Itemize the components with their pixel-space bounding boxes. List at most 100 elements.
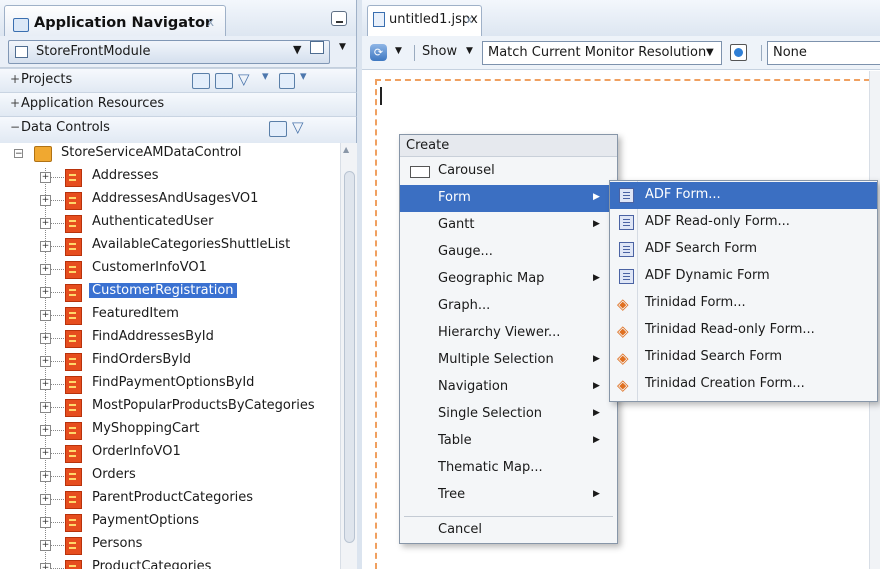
menu-item-label: Tree: [438, 487, 466, 502]
submenu-item-label: Trinidad Search Form: [645, 349, 782, 364]
menu-item[interactable]: Thematic Map...: [400, 455, 617, 482]
search-icon[interactable]: [192, 73, 210, 89]
tree-item-label: FindOrdersById: [92, 352, 192, 367]
chevron-down-icon[interactable]: ▼: [293, 43, 301, 56]
data-control-icon: [34, 146, 52, 162]
minimize-icon[interactable]: [331, 11, 347, 26]
refresh-icon[interactable]: [269, 121, 287, 137]
section-projects[interactable]: + Projects ▽ ▾ ▾: [0, 68, 357, 92]
resolution-select[interactable]: Match Current Monitor Resolution ▼: [482, 41, 722, 65]
collapse-icon[interactable]: −: [14, 149, 23, 159]
section-application-resources[interactable]: + Application Resources: [0, 92, 357, 116]
tree-item[interactable]: + OrderInfoVO1: [0, 442, 340, 465]
menu-item[interactable]: Hierarchy Viewer...: [400, 320, 617, 347]
tree-item[interactable]: + FindPaymentOptionsById: [0, 373, 340, 396]
tree-item[interactable]: + AvailableCategoriesShuttleList: [0, 235, 340, 258]
tree-item[interactable]: + Persons: [0, 534, 340, 557]
adf-form-icon: [619, 269, 634, 284]
chevron-down-icon[interactable]: ▾: [300, 69, 307, 84]
module-selector-row: StoreFrontModule ▼ ▼: [0, 36, 357, 68]
expand-icon[interactable]: +: [10, 72, 20, 86]
scroll-up-icon[interactable]: ▲: [343, 145, 349, 154]
scrollbar-thumb[interactable]: [344, 171, 355, 543]
submenu-item[interactable]: ADF Read-only Form...: [610, 209, 877, 236]
tree-item[interactable]: + FeaturedItem: [0, 304, 340, 327]
refresh-icon[interactable]: [215, 73, 233, 89]
submenu-item[interactable]: ◈ Trinidad Creation Form...: [610, 371, 877, 398]
tree-connector: [50, 545, 64, 546]
collection-icon: [65, 215, 82, 233]
editor-tab[interactable]: untitled1.jspx x: [367, 5, 482, 36]
menu-item[interactable]: Tree ▶: [400, 482, 617, 509]
close-icon[interactable]: x: [466, 13, 473, 26]
section-data-controls[interactable]: − Data Controls ▽: [0, 116, 357, 143]
tree-item[interactable]: + FindOrdersById: [0, 350, 340, 373]
tree-item[interactable]: + MostPopularProductsByCategories: [0, 396, 340, 419]
submenu-item[interactable]: ◈ Trinidad Read-only Form...: [610, 317, 877, 344]
tree-item[interactable]: + CustomerRegistration: [0, 281, 340, 304]
menu-item[interactable]: Multiple Selection ▶: [400, 347, 617, 374]
submenu-item[interactable]: ADF Dynamic Form: [610, 263, 877, 290]
tree-item[interactable]: + AuthenticatedUser: [0, 212, 340, 235]
tree-item[interactable]: + Addresses: [0, 166, 340, 189]
tree-item[interactable]: + ParentProductCategories: [0, 488, 340, 511]
menu-item[interactable]: Gauge...: [400, 239, 617, 266]
chevron-down-icon[interactable]: ▼: [706, 47, 714, 58]
collapse-icon[interactable]: −: [10, 120, 20, 134]
navigator-tab[interactable]: Application Navigator x: [4, 5, 226, 36]
collection-icon: [65, 353, 82, 371]
submenu-item[interactable]: ◈ Trinidad Form...: [610, 290, 877, 317]
expand-icon[interactable]: +: [10, 96, 20, 110]
menu-item[interactable]: Navigation ▶: [400, 374, 617, 401]
form-submenu: ADF Form... ADF Read-only Form... ADF Sear…: [609, 180, 878, 402]
tree-item[interactable]: + CustomerInfoVO1: [0, 258, 340, 281]
module-select[interactable]: StoreFrontModule ▼: [8, 40, 330, 64]
tree-connector: [50, 476, 64, 477]
tree-item[interactable]: + Orders: [0, 465, 340, 488]
menu-item-label: Navigation: [438, 379, 509, 394]
menu-item[interactable]: Carousel: [400, 158, 617, 185]
tree-connector: [50, 384, 64, 385]
show-menu-button[interactable]: Show: [422, 44, 457, 59]
menu-item[interactable]: Gantt ▶: [400, 212, 617, 239]
tree-item-label: Orders: [92, 467, 136, 482]
tree-item[interactable]: + MyShoppingCart: [0, 419, 340, 442]
menu-item[interactable]: Single Selection ▶: [400, 401, 617, 428]
close-icon[interactable]: x: [207, 15, 214, 29]
tree-root[interactable]: − StoreServiceAMDataControl: [0, 143, 340, 166]
submenu-item[interactable]: ADF Form...: [610, 182, 877, 209]
menu-item[interactable]: Graph...: [400, 293, 617, 320]
chevron-down-icon[interactable]: ▼: [395, 46, 402, 56]
refresh-icon[interactable]: ⟳: [370, 44, 387, 61]
tree-item-label: FindAddressesById: [92, 329, 214, 344]
tree-item[interactable]: + PaymentOptions: [0, 511, 340, 534]
chevron-down-icon[interactable]: ▾: [262, 69, 269, 84]
section-data-controls-label: Data Controls: [21, 120, 110, 135]
filter-icon[interactable]: ▽: [292, 118, 304, 136]
tree-scrollbar[interactable]: ▲: [340, 143, 357, 569]
tree-connector: [50, 338, 64, 339]
globe-icon[interactable]: [730, 44, 747, 61]
menu-header-label: Create: [406, 138, 450, 153]
menu-item[interactable]: Geographic Map ▶: [400, 266, 617, 293]
skin-select[interactable]: None: [767, 41, 880, 65]
menu-item[interactable]: Form ▶: [400, 185, 617, 212]
menu-item-label: Form: [438, 190, 471, 205]
tree-item[interactable]: + AddressesAndUsagesVO1: [0, 189, 340, 212]
menu-item-cancel[interactable]: Cancel: [400, 517, 617, 544]
section-projects-label: Projects: [21, 72, 73, 87]
tree-item-label: Persons: [92, 536, 143, 551]
module-options-icon[interactable]: [310, 41, 324, 54]
chevron-down-icon[interactable]: ▼: [466, 46, 473, 56]
submenu-item[interactable]: ◈ Trinidad Search Form: [610, 344, 877, 371]
tree-item[interactable]: + FindAddressesById: [0, 327, 340, 350]
menu-item-label: Multiple Selection: [438, 352, 554, 367]
chevron-down-icon[interactable]: ▼: [339, 42, 346, 52]
tree-item-label: CustomerInfoVO1: [92, 260, 207, 275]
submenu-item[interactable]: ADF Search Form: [610, 236, 877, 263]
filter-icon[interactable]: ▽: [238, 70, 250, 88]
view-options-icon[interactable]: [279, 73, 295, 89]
collection-icon: [65, 422, 82, 440]
tree-item[interactable]: + ProductCategories: [0, 557, 340, 569]
menu-item[interactable]: Table ▶: [400, 428, 617, 455]
